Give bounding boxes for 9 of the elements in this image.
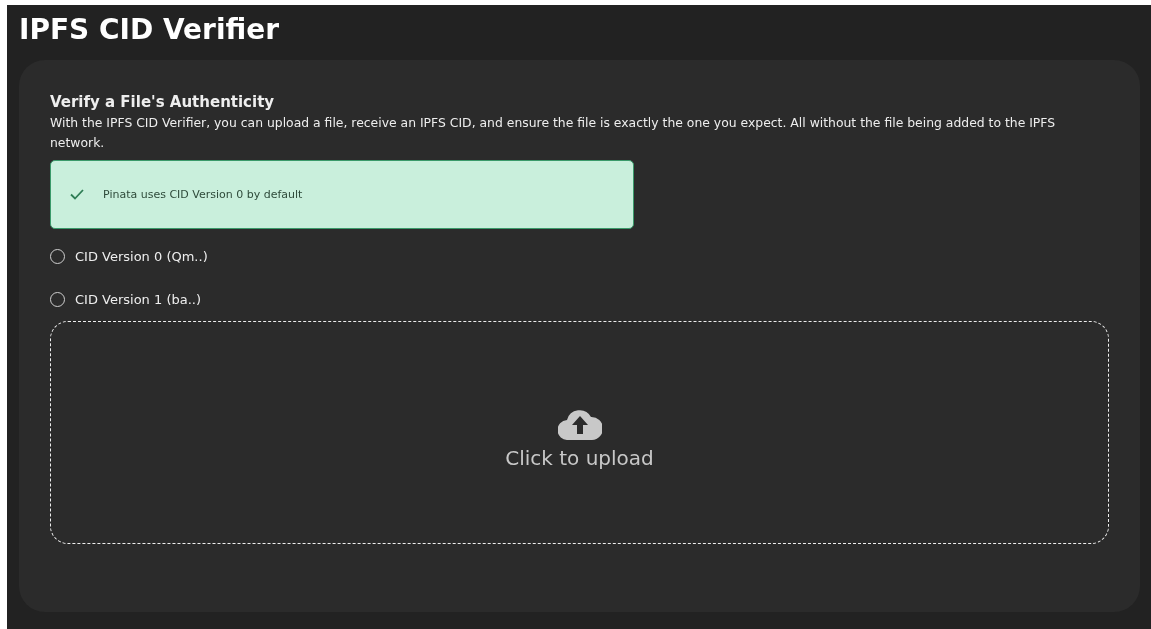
radio-label: CID Version 1 (ba..)	[75, 292, 202, 307]
upload-dropzone[interactable]: Click to upload	[50, 321, 1109, 544]
card-description: With the IPFS CID Verifier, you can upload a file, receive an IPFS CID, and ensure the file is exactly the one you expect. All without the file being added to the IPFS network.	[50, 114, 1057, 152]
cloud-upload-icon	[557, 408, 602, 440]
checkmark-icon	[70, 189, 84, 200]
card-heading: Verify a File's Authenticity	[50, 93, 276, 111]
page-title: IPFS CID Verifier	[19, 12, 281, 48]
alert-text: Pinata uses CID Version 0 by default	[103, 188, 303, 201]
radio-label: CID Version 0 (Qm..)	[75, 249, 208, 264]
